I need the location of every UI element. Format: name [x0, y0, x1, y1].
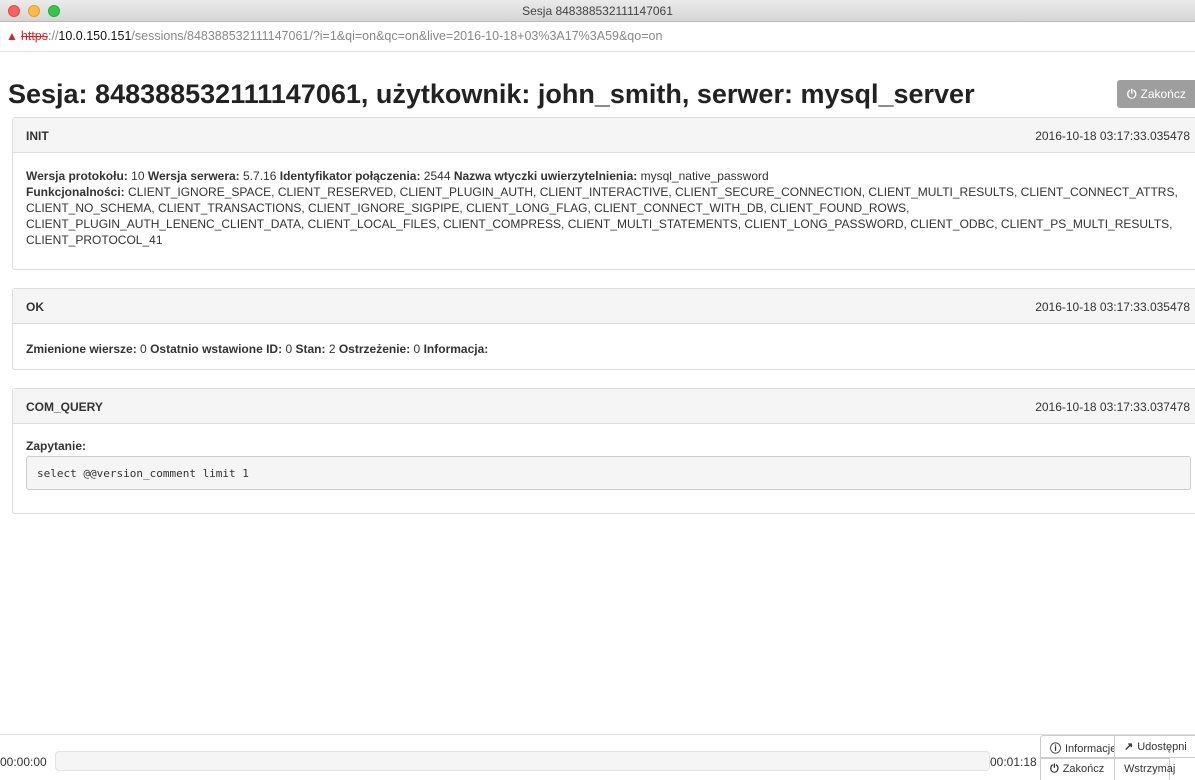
protocol-label: Wersja protokołu:: [26, 169, 128, 183]
end-session-label: Zakończ: [1140, 87, 1186, 101]
share-button[interactable]: ↗ Udostępni: [1114, 735, 1195, 758]
capabilities-line: CLIENT_IGNORE_SPACE, CLIENT_RESERVED, CL…: [128, 185, 1178, 199]
url[interactable]: ▲ https://10.0.150.151/sessions/848388532…: [6, 29, 662, 43]
share-icon: ↗: [1124, 741, 1134, 753]
connection-id-value: 2544: [423, 169, 451, 183]
pause-button[interactable]: Wstrzymaj: [1114, 758, 1175, 780]
share-button-label: Udostępni: [1137, 741, 1187, 753]
end-button[interactable]: ⏻ Zakończ: [1040, 758, 1115, 780]
warnings-label: Ostrzeżenie:: [338, 342, 411, 356]
info-button[interactable]: ⓘ Informacje: [1040, 735, 1117, 758]
window-title: Sesja 848388532111147061: [522, 4, 673, 18]
power-icon: ⏻: [1050, 763, 1059, 775]
playback-progress-bar[interactable]: [55, 751, 990, 771]
last-insert-id-label: Ostatnio wstawione ID:: [150, 342, 283, 356]
address-bar[interactable]: ▲ https://10.0.150.151/sessions/848388532…: [0, 22, 1195, 52]
status-value: 2: [328, 342, 336, 356]
protocol-value: 10: [131, 169, 145, 183]
panel-header: OK 2016-10-18 03:17:33.035478: [13, 289, 1195, 324]
url-separator: ://: [48, 29, 59, 43]
info-button-label: Informacje: [1065, 743, 1117, 755]
auth-plugin-value: mysql_native_password: [640, 169, 769, 183]
url-path: /sessions/848388532111147061/?i=1&qi=on&…: [131, 29, 663, 43]
panel-body: Zmienione wiersze: 0 Ostatnio wstawione …: [13, 324, 1195, 367]
playback-bar: 00:00:00 00:01:18 ⓘ Informacje ↗ Udostępni…: [0, 734, 1195, 780]
auth-plugin-label: Nazwa wtyczki uwierzytelnienia:: [453, 169, 638, 183]
event-timestamp: 2016-10-18 03:17:33.035478: [1035, 129, 1190, 143]
info-icon: ⓘ: [1050, 743, 1061, 755]
event-panel-ok: OK 2016-10-18 03:17:33.035478 Zmienione …: [12, 288, 1195, 370]
time-end: 00:01:18: [990, 755, 1037, 769]
capabilities: Funkcjonalności: CLIENT_IGNORE_SPACE, CL…: [26, 184, 1182, 248]
capabilities-line: CLIENT_PROTOCOL_41: [26, 233, 163, 247]
event-timestamp: 2016-10-18 03:17:33.037478: [1035, 400, 1190, 414]
url-scheme: https: [20, 29, 48, 43]
power-icon: ⏻: [1127, 87, 1137, 101]
end-session-button[interactable]: ⏻ Zakończ: [1117, 80, 1195, 108]
event-timestamp: 2016-10-18 03:17:33.035478: [1035, 300, 1190, 314]
last-insert-id-value: 0: [285, 342, 293, 356]
handshake-info: Wersja protokołu: 10 Wersja serwera: 5.7…: [26, 168, 1182, 184]
query-code: select @@version_comment limit 1: [26, 456, 1191, 490]
query-label: Zapytanie:: [26, 439, 87, 453]
warning-triangle-icon: ▲: [6, 29, 18, 43]
warnings-value: 0: [413, 342, 421, 356]
event-name: OK: [26, 300, 44, 314]
capabilities-label: Funkcjonalności:: [26, 185, 125, 199]
page-title: Sesja: 848388532111147061, użytkownik: j…: [8, 79, 975, 109]
pause-button-label: Wstrzymaj: [1124, 763, 1176, 775]
rows-changed-value: 0: [140, 342, 147, 356]
panel-body: Wersja protokołu: 10 Wersja serwera: 5.7…: [13, 153, 1195, 258]
end-button-label: Zakończ: [1062, 763, 1105, 775]
info-label: Informacja:: [423, 342, 489, 356]
url-host: 10.0.150.151: [58, 29, 132, 43]
panel-header: COM_QUERY 2016-10-18 03:17:33.037478: [13, 389, 1195, 424]
event-panel-com-query: COM_QUERY 2016-10-18 03:17:33.037478 Zap…: [12, 388, 1195, 514]
time-start: 00:00:00: [0, 755, 47, 769]
capabilities-line: CLIENT_NO_SCHEMA, CLIENT_TRANSACTIONS, C…: [26, 201, 910, 215]
status-label: Stan:: [295, 342, 326, 356]
rows-changed-label: Zmienione wiersze:: [26, 342, 137, 356]
server-version-value: 5.7.16: [243, 169, 277, 183]
server-version-label: Wersja serwera:: [147, 169, 240, 183]
event-panel-init: INIT 2016-10-18 03:17:33.035478 Wersja p…: [12, 117, 1195, 270]
window-titlebar: Sesja 848388532111147061: [0, 0, 1195, 22]
connection-id-label: Identyfikator połączenia:: [279, 169, 421, 183]
panel-body: Zapytanie: select @@version_comment limi…: [13, 424, 1195, 500]
event-name: COM_QUERY: [26, 400, 103, 414]
capabilities-line: CLIENT_PLUGIN_AUTH_LENENC_CLIENT_DATA, C…: [26, 217, 1173, 231]
event-name: INIT: [26, 129, 49, 143]
panel-header: INIT 2016-10-18 03:17:33.035478: [13, 118, 1195, 153]
